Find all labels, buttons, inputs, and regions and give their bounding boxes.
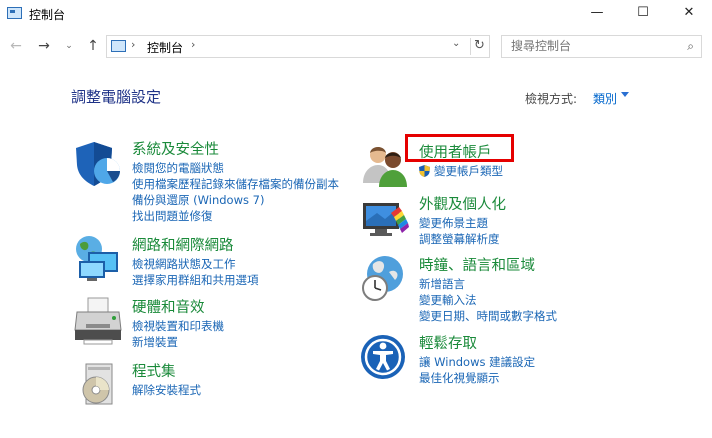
link-let-windows-suggest[interactable]: 讓 Windows 建議設定 xyxy=(419,354,535,370)
address-divider xyxy=(470,38,471,55)
address-dropdown-icon[interactable]: ⌄ xyxy=(452,38,460,49)
breadcrumb-control-panel[interactable]: 控制台 xyxy=(147,39,183,56)
link-label[interactable]: 變更帳戶類型 xyxy=(434,164,503,178)
breadcrumb-separator-icon[interactable]: › xyxy=(191,38,195,51)
close-button[interactable]: ✕ xyxy=(666,0,712,28)
link-troubleshoot[interactable]: 找出問題並修復 xyxy=(132,208,339,224)
link-optimize-visual-display[interactable]: 最佳化視覺顯示 xyxy=(419,370,535,386)
navigation-bar: ← → ⌄ ↑ › 控制台 › ⌄ ↻ ⌕ xyxy=(0,33,712,61)
programs-disc-icon[interactable] xyxy=(74,360,124,410)
link-add-device[interactable]: 新增裝置 xyxy=(132,334,224,350)
category-links: 檢閱您的電腦狀態 使用檔案歷程記錄來儲存檔案的備份副本 備份與還原 (Windo… xyxy=(132,160,339,224)
link-uninstall-program[interactable]: 解除安裝程式 xyxy=(132,382,201,398)
window-title: 控制台 xyxy=(29,8,66,22)
link-screen-resolution[interactable]: 調整螢幕解析度 xyxy=(419,231,500,247)
view-by-dropdown[interactable]: 類別 xyxy=(593,90,617,107)
category-links: 新增語言 變更輸入法 變更日期、時間或數字格式 xyxy=(419,276,557,324)
title-bar: 控制台 — ☐ ✕ xyxy=(0,0,712,28)
maximize-button[interactable]: ☐ xyxy=(620,0,666,28)
uac-shield-icon xyxy=(419,165,430,177)
control-panel-icon xyxy=(111,40,126,52)
category-title[interactable]: 程式集 xyxy=(132,360,176,381)
category-links: 變更帳戶類型 xyxy=(419,163,503,179)
category-title[interactable]: 硬體和音效 xyxy=(132,296,205,317)
category-title[interactable]: 時鐘、語言和區域 xyxy=(419,254,535,275)
clock-globe-icon[interactable] xyxy=(361,254,411,304)
link-network-status[interactable]: 檢視網路狀態及工作 xyxy=(132,256,259,272)
up-arrow-icon[interactable]: ↑ xyxy=(83,35,103,57)
link-date-time-format[interactable]: 變更日期、時間或數字格式 xyxy=(419,308,557,324)
address-bar[interactable]: › 控制台 › ⌄ ↻ xyxy=(106,35,490,58)
search-input[interactable] xyxy=(511,39,671,53)
page-title: 調整電腦設定 xyxy=(71,88,162,106)
link-review-computer-status[interactable]: 檢閱您的電腦狀態 xyxy=(132,160,339,176)
category-links: 讓 Windows 建議設定 最佳化視覺顯示 xyxy=(419,354,535,386)
highlight-box xyxy=(405,134,514,162)
category-title[interactable]: 輕鬆存取 xyxy=(419,332,477,353)
minimize-button[interactable]: — xyxy=(574,0,620,28)
category-title[interactable]: 網路和網際網路 xyxy=(132,234,234,255)
link-backup-restore-win7[interactable]: 備份與還原 (Windows 7) xyxy=(132,192,339,208)
link-homegroup-sharing[interactable]: 選擇家用群組和共用選項 xyxy=(132,272,259,288)
chevron-down-icon[interactable] xyxy=(621,92,629,97)
accessibility-icon[interactable] xyxy=(361,332,411,382)
link-add-language[interactable]: 新增語言 xyxy=(419,276,557,292)
search-box[interactable]: ⌕ xyxy=(501,35,702,58)
back-arrow-icon[interactable]: ← xyxy=(6,35,26,57)
link-change-theme[interactable]: 變更佈景主題 xyxy=(419,215,500,231)
monitor-palette-icon[interactable] xyxy=(361,193,411,243)
refresh-icon[interactable]: ↻ xyxy=(474,38,485,53)
control-panel-icon xyxy=(7,7,22,19)
forward-arrow-icon[interactable]: → xyxy=(33,35,55,57)
breadcrumb-separator-icon[interactable]: › xyxy=(131,38,135,51)
link-change-account-type[interactable]: 變更帳戶類型 xyxy=(419,163,503,179)
search-icon[interactable]: ⌕ xyxy=(687,39,694,54)
category-title[interactable]: 外觀及個人化 xyxy=(419,193,506,214)
view-by-label: 檢視方式: xyxy=(525,92,578,106)
shield-pie-icon[interactable] xyxy=(74,138,124,188)
category-links: 檢視網路狀態及工作 選擇家用群組和共用選項 xyxy=(132,256,259,288)
category-links: 解除安裝程式 xyxy=(132,382,201,398)
recent-locations-chevron-icon[interactable]: ⌄ xyxy=(62,35,76,57)
category-title[interactable]: 系統及安全性 xyxy=(132,138,219,159)
network-globe-icon[interactable] xyxy=(74,234,124,284)
printer-icon[interactable] xyxy=(74,296,124,346)
category-links: 檢視裝置和印表機 新增裝置 xyxy=(132,318,224,350)
link-change-input-method[interactable]: 變更輸入法 xyxy=(419,292,557,308)
category-links: 變更佈景主題 調整螢幕解析度 xyxy=(419,215,500,247)
link-devices-printers[interactable]: 檢視裝置和印表機 xyxy=(132,318,224,334)
link-file-history-backup[interactable]: 使用檔案歷程記錄來儲存檔案的備份副本 xyxy=(132,176,339,192)
users-icon[interactable] xyxy=(361,141,411,191)
